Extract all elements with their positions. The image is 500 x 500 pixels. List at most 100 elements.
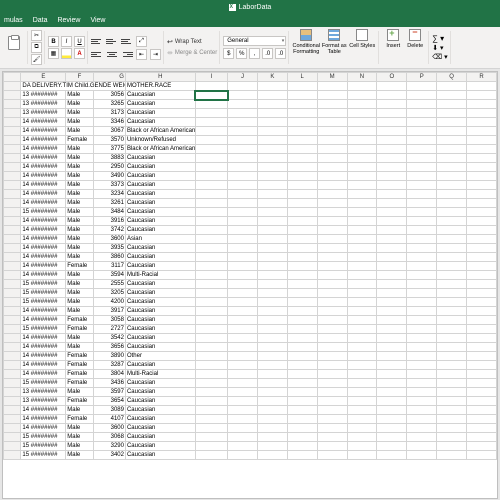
cell[interactable]: Male [66, 289, 93, 298]
cell[interactable]: 14 ######## [21, 307, 66, 316]
cell[interactable] [377, 127, 407, 136]
cell[interactable]: 13 ######## [21, 388, 66, 397]
cell[interactable] [347, 253, 377, 262]
cell[interactable]: Male [66, 217, 93, 226]
cell[interactable] [257, 127, 287, 136]
cell[interactable] [347, 442, 377, 451]
cell[interactable] [257, 442, 287, 451]
cell[interactable] [287, 100, 317, 109]
cell[interactable] [437, 190, 467, 199]
cell[interactable]: 3883 [93, 154, 125, 163]
cell[interactable] [195, 100, 227, 109]
tab-formulas[interactable]: mulas [4, 17, 23, 24]
cell[interactable]: 14 ######## [21, 235, 66, 244]
cell[interactable] [195, 379, 227, 388]
cell[interactable]: 3860 [93, 253, 125, 262]
cell[interactable]: Male [66, 433, 93, 442]
cell[interactable]: 14 ######## [21, 172, 66, 181]
cell[interactable] [287, 415, 317, 424]
cell[interactable]: 3917 [93, 307, 125, 316]
cell[interactable] [317, 127, 347, 136]
cell[interactable]: Caucasian [125, 217, 195, 226]
row-header[interactable] [4, 217, 21, 226]
tab-review[interactable]: Review [57, 17, 80, 24]
cell[interactable]: 3654 [93, 397, 125, 406]
cell[interactable]: 15 ######## [21, 442, 66, 451]
cell[interactable] [287, 154, 317, 163]
cell[interactable] [195, 280, 227, 289]
cell[interactable] [195, 307, 227, 316]
column-header-H[interactable]: H [125, 73, 195, 82]
cell[interactable]: Female [66, 136, 93, 145]
cell[interactable] [317, 442, 347, 451]
grid[interactable]: EFGHIJKLMNOPQR DA DELIVERY.TIM Child.GEN… [3, 72, 497, 460]
cell[interactable] [287, 226, 317, 235]
cell[interactable] [467, 388, 497, 397]
cell[interactable] [195, 163, 227, 172]
cell[interactable] [317, 100, 347, 109]
cell[interactable] [317, 424, 347, 433]
percent-button[interactable]: % [236, 48, 247, 59]
cell[interactable] [287, 361, 317, 370]
cell[interactable] [228, 271, 258, 280]
cell[interactable] [228, 226, 258, 235]
autosum-icon[interactable]: ∑ ▾ [432, 34, 444, 43]
cell[interactable] [437, 262, 467, 271]
cell[interactable]: Male [66, 154, 93, 163]
decrease-decimal-button[interactable]: .0 [275, 48, 286, 59]
row-header[interactable] [4, 424, 21, 433]
row-header[interactable] [4, 325, 21, 334]
bold-button[interactable]: B [48, 36, 59, 47]
cell[interactable]: 14 ######## [21, 190, 66, 199]
cell[interactable] [347, 370, 377, 379]
cell[interactable] [228, 451, 258, 460]
cell[interactable] [347, 172, 377, 181]
cell[interactable]: Male [66, 118, 93, 127]
cell[interactable] [347, 388, 377, 397]
cell[interactable]: 3290 [93, 442, 125, 451]
cell[interactable] [317, 415, 347, 424]
row-header[interactable] [4, 91, 21, 100]
cell[interactable] [407, 226, 437, 235]
cell[interactable] [287, 181, 317, 190]
row-header[interactable] [4, 199, 21, 208]
cell[interactable] [407, 388, 437, 397]
cell[interactable] [347, 289, 377, 298]
cell[interactable] [287, 307, 317, 316]
cell[interactable] [467, 91, 497, 100]
cell[interactable]: Other [125, 352, 195, 361]
cell[interactable] [317, 136, 347, 145]
cell[interactable] [437, 127, 467, 136]
cell[interactable] [257, 388, 287, 397]
row-header[interactable] [4, 397, 21, 406]
row-header[interactable] [4, 208, 21, 217]
cell[interactable] [407, 82, 437, 91]
cell[interactable] [287, 424, 317, 433]
cell[interactable]: Multi-Racial [125, 370, 195, 379]
cell[interactable]: 3890 [93, 352, 125, 361]
cell[interactable] [317, 253, 347, 262]
row-header[interactable] [4, 235, 21, 244]
increase-indent-button[interactable]: ⇥ [150, 49, 161, 60]
cell[interactable] [195, 316, 227, 325]
tab-data[interactable]: Data [33, 17, 48, 24]
cell[interactable]: Caucasian [125, 172, 195, 181]
cell[interactable] [287, 271, 317, 280]
cell[interactable] [347, 334, 377, 343]
cell[interactable] [195, 154, 227, 163]
row-header[interactable] [4, 253, 21, 262]
cell[interactable] [195, 145, 227, 154]
cell[interactable]: Caucasian [125, 100, 195, 109]
cell[interactable] [317, 280, 347, 289]
cell[interactable] [437, 271, 467, 280]
cell[interactable] [467, 298, 497, 307]
row-header[interactable] [4, 244, 21, 253]
font-color-button[interactable]: A [74, 48, 85, 59]
underline-button[interactable]: U [74, 36, 85, 47]
cell[interactable]: 14 ######## [21, 352, 66, 361]
cell[interactable]: Black or African American [125, 127, 195, 136]
cell[interactable] [437, 118, 467, 127]
cell[interactable] [347, 307, 377, 316]
cell[interactable] [195, 172, 227, 181]
column-header-G[interactable]: G [93, 73, 125, 82]
